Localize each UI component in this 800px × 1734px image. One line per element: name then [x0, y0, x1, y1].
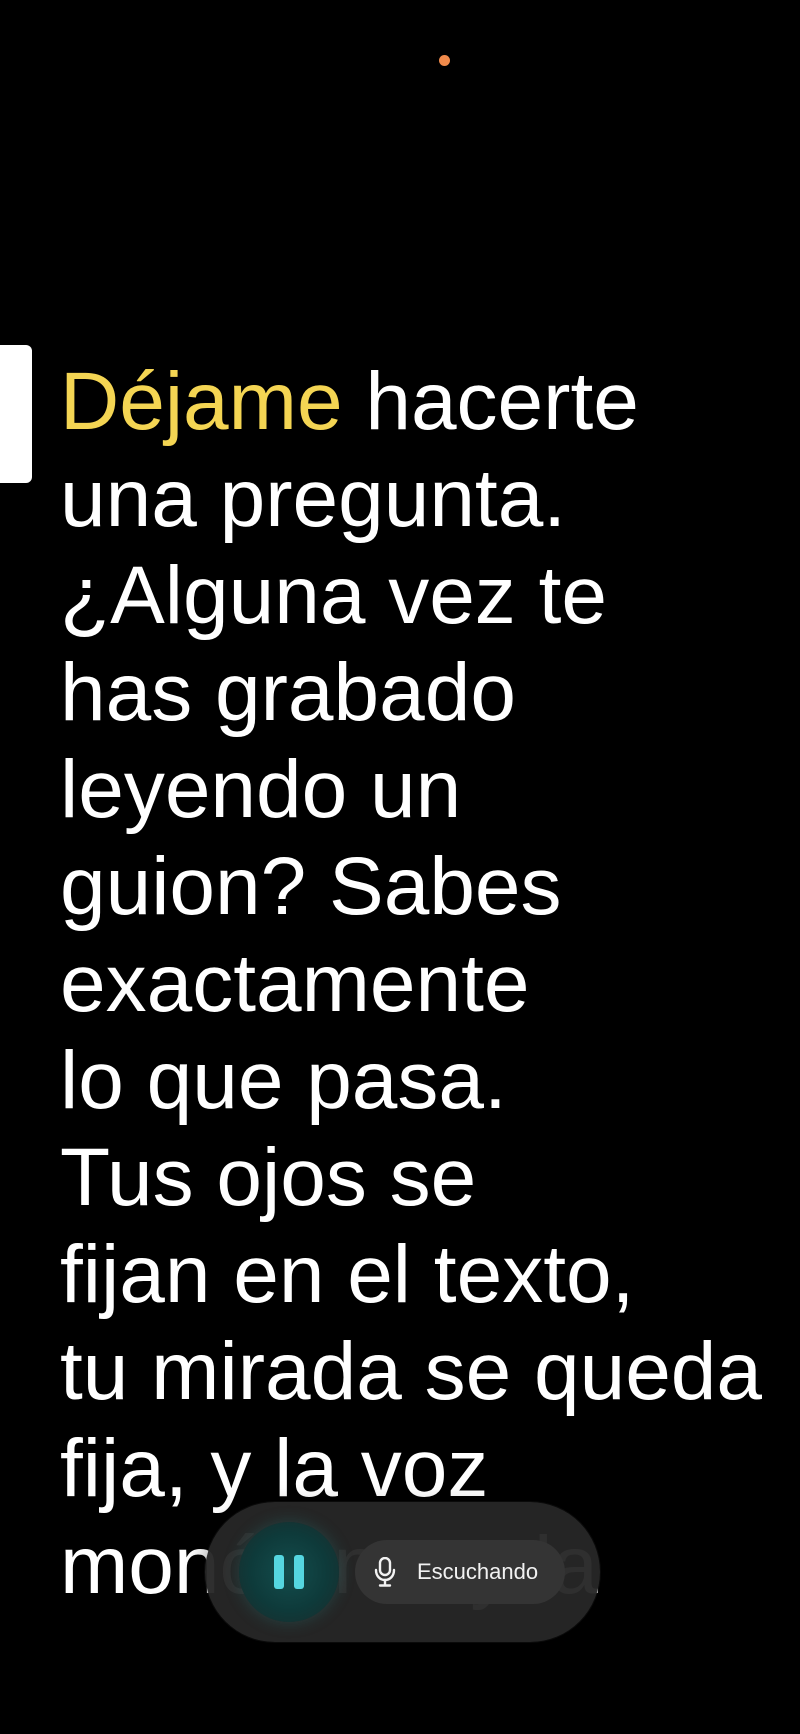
script-line: lo que pasa.: [60, 1035, 507, 1126]
current-word: Déjame: [60, 356, 343, 447]
script-line: Déjame hacerte: [60, 353, 800, 450]
microphone-icon: [374, 1557, 396, 1587]
script-line: guion? Sabes: [60, 841, 562, 932]
script-line: exactamente: [60, 938, 530, 1029]
listening-status-button[interactable]: Escuchando: [355, 1540, 565, 1604]
playback-control-bar: Escuchando: [205, 1502, 600, 1642]
script-line: fijan en el texto,: [60, 1229, 635, 1320]
script-line: tu mirada se queda: [60, 1326, 763, 1417]
pause-button[interactable]: [239, 1522, 339, 1622]
teleprompter-script: Déjame hacerte una pregunta. ¿Alguna vez…: [60, 353, 800, 1614]
script-line: una pregunta.: [60, 453, 567, 544]
script-line: has grabado: [60, 647, 516, 738]
pause-icon: [274, 1555, 304, 1589]
line-rest: hacerte: [342, 356, 639, 447]
listening-label: Escuchando: [417, 1559, 539, 1584]
script-line: ¿Alguna vez te: [60, 550, 607, 641]
script-line: Tus ojos se: [60, 1132, 477, 1223]
recording-indicator-dot: [439, 55, 450, 66]
script-line: leyendo un: [60, 744, 462, 835]
reading-position-marker: [0, 345, 32, 483]
